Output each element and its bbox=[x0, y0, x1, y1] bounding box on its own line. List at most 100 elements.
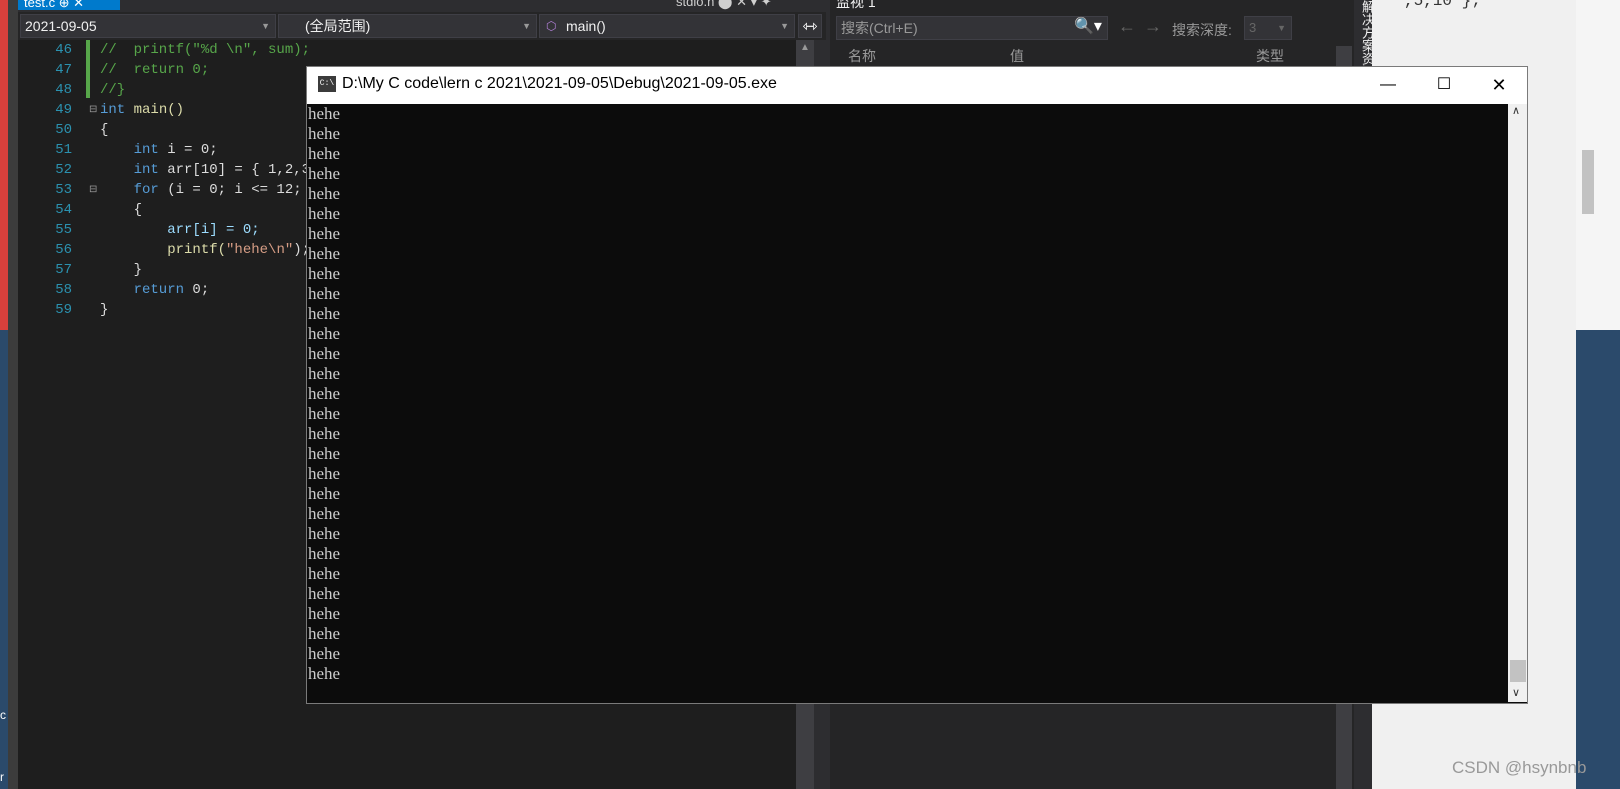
background-code-snippet: ,5,10 }; bbox=[1404, 0, 1481, 10]
desktop-left-edge bbox=[0, 0, 18, 789]
desktop-text-fragment: c bbox=[0, 708, 6, 722]
line-number: 57 bbox=[55, 262, 72, 278]
scope-label: (全局范围) bbox=[305, 18, 371, 34]
search-depth-value: 3 bbox=[1249, 20, 1257, 35]
search-icon[interactable]: 🔍▾ bbox=[1074, 16, 1102, 36]
console-output-line: hehe bbox=[308, 404, 341, 423]
code-line: //} bbox=[100, 82, 126, 98]
console-output-line: hehe bbox=[308, 664, 341, 683]
chevron-down-icon: ▼ bbox=[1277, 23, 1286, 33]
keyword: for bbox=[100, 182, 159, 198]
console-output-line: hehe bbox=[308, 324, 341, 343]
keyword: int bbox=[100, 102, 126, 118]
code-line: } bbox=[100, 262, 143, 278]
code-text: 0; bbox=[184, 282, 210, 298]
console-output: hehe hehe hehe hehe hehe hehe hehe hehe hehe hehe… bbox=[308, 104, 1498, 702]
fold-toggle-icon[interactable]: ⊟ bbox=[89, 104, 97, 115]
line-number: 46 bbox=[55, 42, 72, 58]
close-button[interactable]: ✕ bbox=[1472, 68, 1526, 102]
code-line: // printf("%d \n", sum); bbox=[100, 42, 311, 58]
maximize-button[interactable]: ☐ bbox=[1416, 68, 1472, 102]
code-line: int main() bbox=[100, 100, 184, 120]
minimize-button[interactable]: — bbox=[1360, 68, 1416, 102]
line-number: 51 bbox=[55, 142, 72, 158]
line-number: 50 bbox=[55, 122, 72, 138]
code-line: int arr[10] = { 1,2,3 bbox=[100, 160, 310, 180]
function-label: main() bbox=[566, 18, 606, 34]
column-header-type[interactable]: 类型 bbox=[1256, 46, 1284, 66]
console-output-line: hehe bbox=[308, 284, 341, 303]
function-dropdown[interactable]: ⬡ main() ▼ bbox=[539, 14, 795, 38]
line-number: 58 bbox=[55, 282, 72, 298]
watch-search-input[interactable]: 搜索(Ctrl+E) bbox=[836, 16, 1108, 40]
code-line: } bbox=[100, 302, 109, 318]
console-output-line: hehe bbox=[308, 424, 341, 443]
code-line: { bbox=[100, 202, 143, 218]
tab-test-c[interactable]: test.c ⊕ ✕ bbox=[18, 0, 120, 10]
keyword: int bbox=[100, 142, 159, 158]
console-output-line: hehe bbox=[308, 124, 341, 143]
scroll-up-icon[interactable]: ▲ bbox=[800, 42, 810, 53]
column-header-value[interactable]: 值 bbox=[1010, 46, 1024, 66]
desktop-text-fragment: r bbox=[0, 770, 4, 784]
console-output-line: hehe bbox=[308, 364, 341, 383]
project-dropdown[interactable]: 2021-09-05 ▼ bbox=[20, 14, 276, 38]
desktop-right-edge bbox=[1576, 330, 1620, 789]
fold-toggle-icon[interactable]: ⊟ bbox=[89, 184, 97, 195]
code-line: arr[i] = 0; bbox=[100, 222, 260, 238]
scroll-down-icon[interactable]: ∨ bbox=[1512, 686, 1520, 699]
console-output-line: hehe bbox=[308, 244, 341, 263]
console-output-line: hehe bbox=[308, 384, 341, 403]
console-output-line: hehe bbox=[308, 144, 341, 163]
console-output-line: hehe bbox=[308, 464, 341, 483]
code-text: (i = 0; i <= 12; bbox=[158, 182, 302, 198]
code-line: for (i = 0; i <= 12; bbox=[100, 180, 302, 200]
line-number: 48 bbox=[55, 82, 72, 98]
chevron-down-icon: ▼ bbox=[261, 21, 270, 31]
scope-dropdown[interactable]: (全局范围) ▼ bbox=[278, 14, 537, 38]
change-indicator bbox=[86, 40, 90, 98]
code-line: return 0; bbox=[100, 280, 210, 300]
code-line: { bbox=[100, 122, 109, 138]
console-output-line: hehe bbox=[308, 444, 341, 463]
console-output-line: hehe bbox=[308, 264, 341, 283]
console-output-line: hehe bbox=[308, 624, 341, 643]
forward-arrow-icon[interactable]: → bbox=[1144, 16, 1162, 37]
line-number: 55 bbox=[55, 222, 72, 238]
console-scrollbar-thumb[interactable] bbox=[1510, 660, 1526, 682]
console-output-line: hehe bbox=[308, 644, 341, 663]
function-name: printf( bbox=[100, 242, 227, 258]
background-scrollbar-thumb[interactable] bbox=[1582, 150, 1594, 214]
console-output-line: hehe bbox=[308, 104, 341, 123]
project-label: 2021-09-05 bbox=[25, 18, 97, 34]
chevron-down-icon: ▼ bbox=[780, 21, 789, 31]
console-output-line: hehe bbox=[308, 544, 341, 563]
code-line: // return 0; bbox=[100, 62, 210, 78]
console-app-icon: C:\ bbox=[318, 76, 336, 92]
console-window-title: D:\My C code\lern c 2021\2021-09-05\Debu… bbox=[342, 75, 777, 92]
search-depth-dropdown[interactable]: 3 ▼ bbox=[1244, 16, 1292, 40]
column-header-name[interactable]: 名称 bbox=[848, 46, 876, 66]
console-output-line: hehe bbox=[308, 504, 341, 523]
back-arrow-icon[interactable]: ← bbox=[1118, 16, 1136, 37]
tab-stdio-h[interactable]: stdio.h ⬤ ✕ ▾ ✦ bbox=[676, 0, 826, 10]
line-number: 47 bbox=[55, 62, 72, 78]
console-output-line: hehe bbox=[308, 604, 341, 623]
console-output-line: hehe bbox=[308, 224, 341, 243]
split-editor-button[interactable]: ⇿ bbox=[798, 14, 822, 38]
console-output-line: hehe bbox=[308, 524, 341, 543]
string-literal: "hehe\n" bbox=[226, 242, 294, 258]
console-scrollbar[interactable] bbox=[1508, 104, 1527, 702]
watermark: CSDN @hsynbnb bbox=[1452, 758, 1587, 777]
chevron-down-icon: ▼ bbox=[522, 21, 531, 31]
scroll-up-icon[interactable]: ∧ bbox=[1512, 104, 1520, 117]
console-output-line: hehe bbox=[308, 204, 341, 223]
cube-icon: ⬡ bbox=[546, 19, 557, 33]
line-number: 52 bbox=[55, 162, 72, 178]
console-output-line: hehe bbox=[308, 344, 341, 363]
search-depth-label: 搜索深度: bbox=[1172, 22, 1232, 38]
console-output-line: hehe bbox=[308, 164, 341, 183]
desktop-red-strip bbox=[0, 0, 8, 330]
line-number: 53 bbox=[55, 182, 72, 198]
desktop-grey-strip bbox=[8, 0, 18, 789]
